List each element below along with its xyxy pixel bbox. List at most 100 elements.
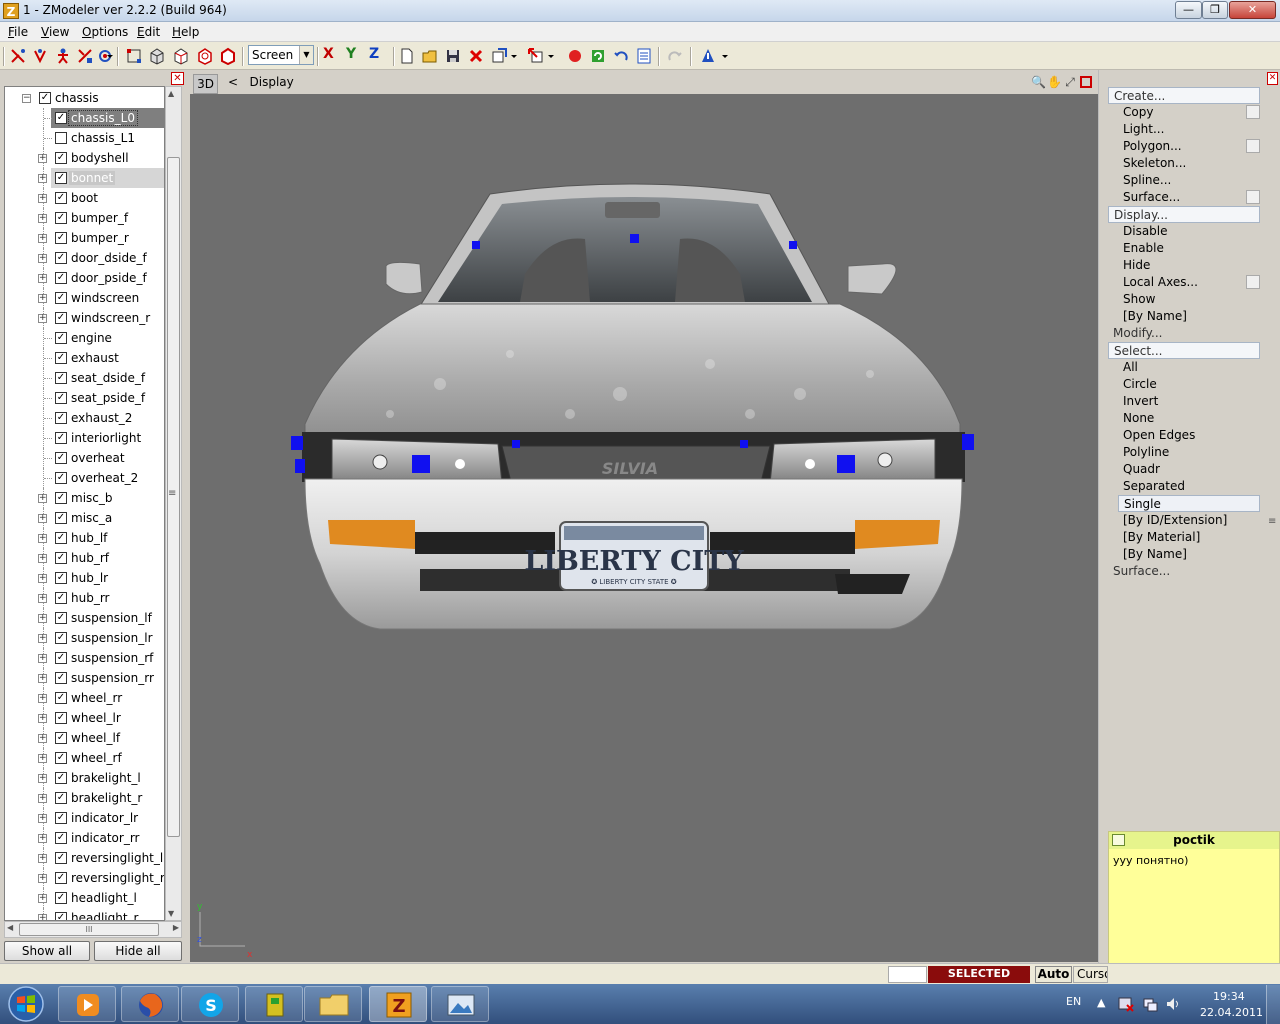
tree-item[interactable]: ✓ engine: [5, 328, 164, 348]
delete-icon[interactable]: [467, 47, 485, 65]
transform-tool-icon[interactable]: [76, 47, 94, 65]
network-icon[interactable]: [1142, 996, 1158, 1012]
expand-icon[interactable]: +: [38, 614, 47, 623]
command-group-header[interactable]: Create...: [1108, 87, 1260, 104]
expand-icon[interactable]: +: [38, 774, 47, 783]
expand-icon[interactable]: +: [38, 834, 47, 843]
scroll-right-icon[interactable]: ▶: [173, 923, 179, 932]
command-options-box[interactable]: [1246, 275, 1260, 289]
save-icon[interactable]: [444, 47, 462, 65]
visibility-checkbox[interactable]: ✓: [55, 692, 67, 704]
visibility-checkbox[interactable]: ✓: [55, 472, 67, 484]
viewport-close-icon[interactable]: [1080, 76, 1092, 88]
axis-x-button[interactable]: X: [323, 46, 334, 62]
maximize-button[interactable]: ❐: [1202, 1, 1228, 19]
visibility-checkbox[interactable]: ✓: [55, 572, 67, 584]
expand-icon[interactable]: +: [38, 694, 47, 703]
visibility-checkbox[interactable]: ✓: [55, 192, 67, 204]
tree-item[interactable]: ✓ chassis_L0: [5, 108, 164, 128]
expand-icon[interactable]: +: [38, 854, 47, 863]
tree-item[interactable]: + ✓ windscreen: [5, 288, 164, 308]
tree-item[interactable]: + ✓ suspension_rf: [5, 648, 164, 668]
command-item[interactable]: Local Axes...: [1118, 274, 1260, 291]
expand-icon[interactable]: +: [38, 534, 47, 543]
select-tool-icon[interactable]: [9, 47, 27, 65]
start-button[interactable]: [4, 985, 48, 1023]
tree-item[interactable]: − ✓ chassis: [5, 88, 164, 108]
chevron-down-icon[interactable]: ▼: [299, 46, 313, 64]
tree-item[interactable]: ✓ exhaust: [5, 348, 164, 368]
tree-item[interactable]: ✓ seat_dside_f: [5, 368, 164, 388]
taskbar-skype[interactable]: S: [181, 986, 239, 1022]
visibility-checkbox[interactable]: ✓: [55, 432, 67, 444]
tree-item[interactable]: + ✓ wheel_lr: [5, 708, 164, 728]
command-item[interactable]: None: [1118, 410, 1260, 427]
visibility-checkbox[interactable]: ✓: [55, 812, 67, 824]
expand-icon[interactable]: +: [38, 674, 47, 683]
command-item[interactable]: Spline...: [1118, 172, 1260, 189]
visibility-checkbox[interactable]: [55, 132, 67, 144]
tree-item[interactable]: ✓ overheat_2: [5, 468, 164, 488]
command-item[interactable]: All: [1118, 359, 1260, 376]
command-group-header[interactable]: Select...: [1108, 342, 1260, 359]
tree-item[interactable]: + ✓ suspension_rr: [5, 668, 164, 688]
chat-notification[interactable]: poctik ууу понятно): [1108, 831, 1280, 984]
splitter-grip-icon[interactable]: ≡: [1268, 516, 1276, 527]
visibility-checkbox[interactable]: ✓: [55, 612, 67, 624]
visibility-checkbox[interactable]: ✓: [55, 772, 67, 784]
command-options-box[interactable]: [1246, 105, 1260, 119]
undo-icon[interactable]: [612, 47, 630, 65]
visibility-checkbox[interactable]: ✓: [55, 792, 67, 804]
visibility-checkbox[interactable]: ✓: [55, 872, 67, 884]
command-item[interactable]: Hide: [1118, 257, 1260, 274]
expand-icon[interactable]: +: [38, 794, 47, 803]
export-icon[interactable]: [527, 47, 545, 65]
expand-icon[interactable]: +: [38, 214, 47, 223]
expand-icon[interactable]: +: [38, 714, 47, 723]
tree-item[interactable]: + ✓ bodyshell: [5, 148, 164, 168]
visibility-checkbox[interactable]: ✓: [55, 212, 67, 224]
taskbar-media-player[interactable]: [58, 986, 116, 1022]
command-item[interactable]: Surface...: [1118, 189, 1260, 206]
splitter-grip-icon[interactable]: ≡: [168, 488, 176, 499]
visibility-checkbox[interactable]: ✓: [55, 232, 67, 244]
expand-icon[interactable]: +: [38, 274, 47, 283]
visibility-checkbox[interactable]: ✓: [55, 452, 67, 464]
show-all-button[interactable]: Show all: [4, 941, 90, 961]
expand-icon[interactable]: +: [38, 894, 47, 903]
notes-icon[interactable]: [635, 47, 653, 65]
tree-item[interactable]: + ✓ wheel_rr: [5, 688, 164, 708]
command-item[interactable]: Polyline: [1118, 444, 1260, 461]
expand-icon[interactable]: +: [38, 814, 47, 823]
expand-icon[interactable]: +: [38, 914, 47, 920]
dropdown-arrow-icon[interactable]: [547, 47, 555, 65]
maximize-viewport-icon[interactable]: ⤢: [1063, 75, 1077, 89]
tree-item[interactable]: + ✓ windscreen_r: [5, 308, 164, 328]
command-item[interactable]: Circle: [1118, 376, 1260, 393]
command-item[interactable]: Invert: [1118, 393, 1260, 410]
selected-mode-indicator[interactable]: SELECTED MODE: [928, 966, 1030, 996]
visibility-checkbox[interactable]: ✓: [55, 352, 67, 364]
tree-item[interactable]: + ✓ suspension_lf: [5, 608, 164, 628]
visibility-checkbox[interactable]: ✓: [55, 512, 67, 524]
taskbar-tool-app[interactable]: [245, 986, 303, 1022]
visibility-checkbox[interactable]: ✓: [55, 272, 67, 284]
expand-icon[interactable]: +: [38, 294, 47, 303]
volume-icon[interactable]: [1165, 996, 1181, 1012]
command-item[interactable]: Quadr: [1118, 461, 1260, 478]
import-icon[interactable]: [490, 47, 508, 65]
axis-y-button[interactable]: Y: [346, 46, 356, 62]
command-options-box[interactable]: [1246, 139, 1260, 153]
visibility-checkbox[interactable]: ✓: [55, 492, 67, 504]
tree-item[interactable]: + ✓ suspension_lr: [5, 628, 164, 648]
tree-item[interactable]: ✓ seat_pside_f: [5, 388, 164, 408]
command-item[interactable]: [By Name]: [1118, 308, 1260, 325]
dropdown-arrow-icon[interactable]: [510, 47, 518, 65]
face-mode-icon[interactable]: [148, 47, 166, 65]
menu-edit[interactable]: Edit: [137, 25, 160, 39]
command-item[interactable]: Enable: [1118, 240, 1260, 257]
group-mode-icon[interactable]: [196, 47, 214, 65]
move-tool-icon[interactable]: [31, 47, 49, 65]
expand-icon[interactable]: +: [38, 754, 47, 763]
expand-icon[interactable]: +: [38, 514, 47, 523]
